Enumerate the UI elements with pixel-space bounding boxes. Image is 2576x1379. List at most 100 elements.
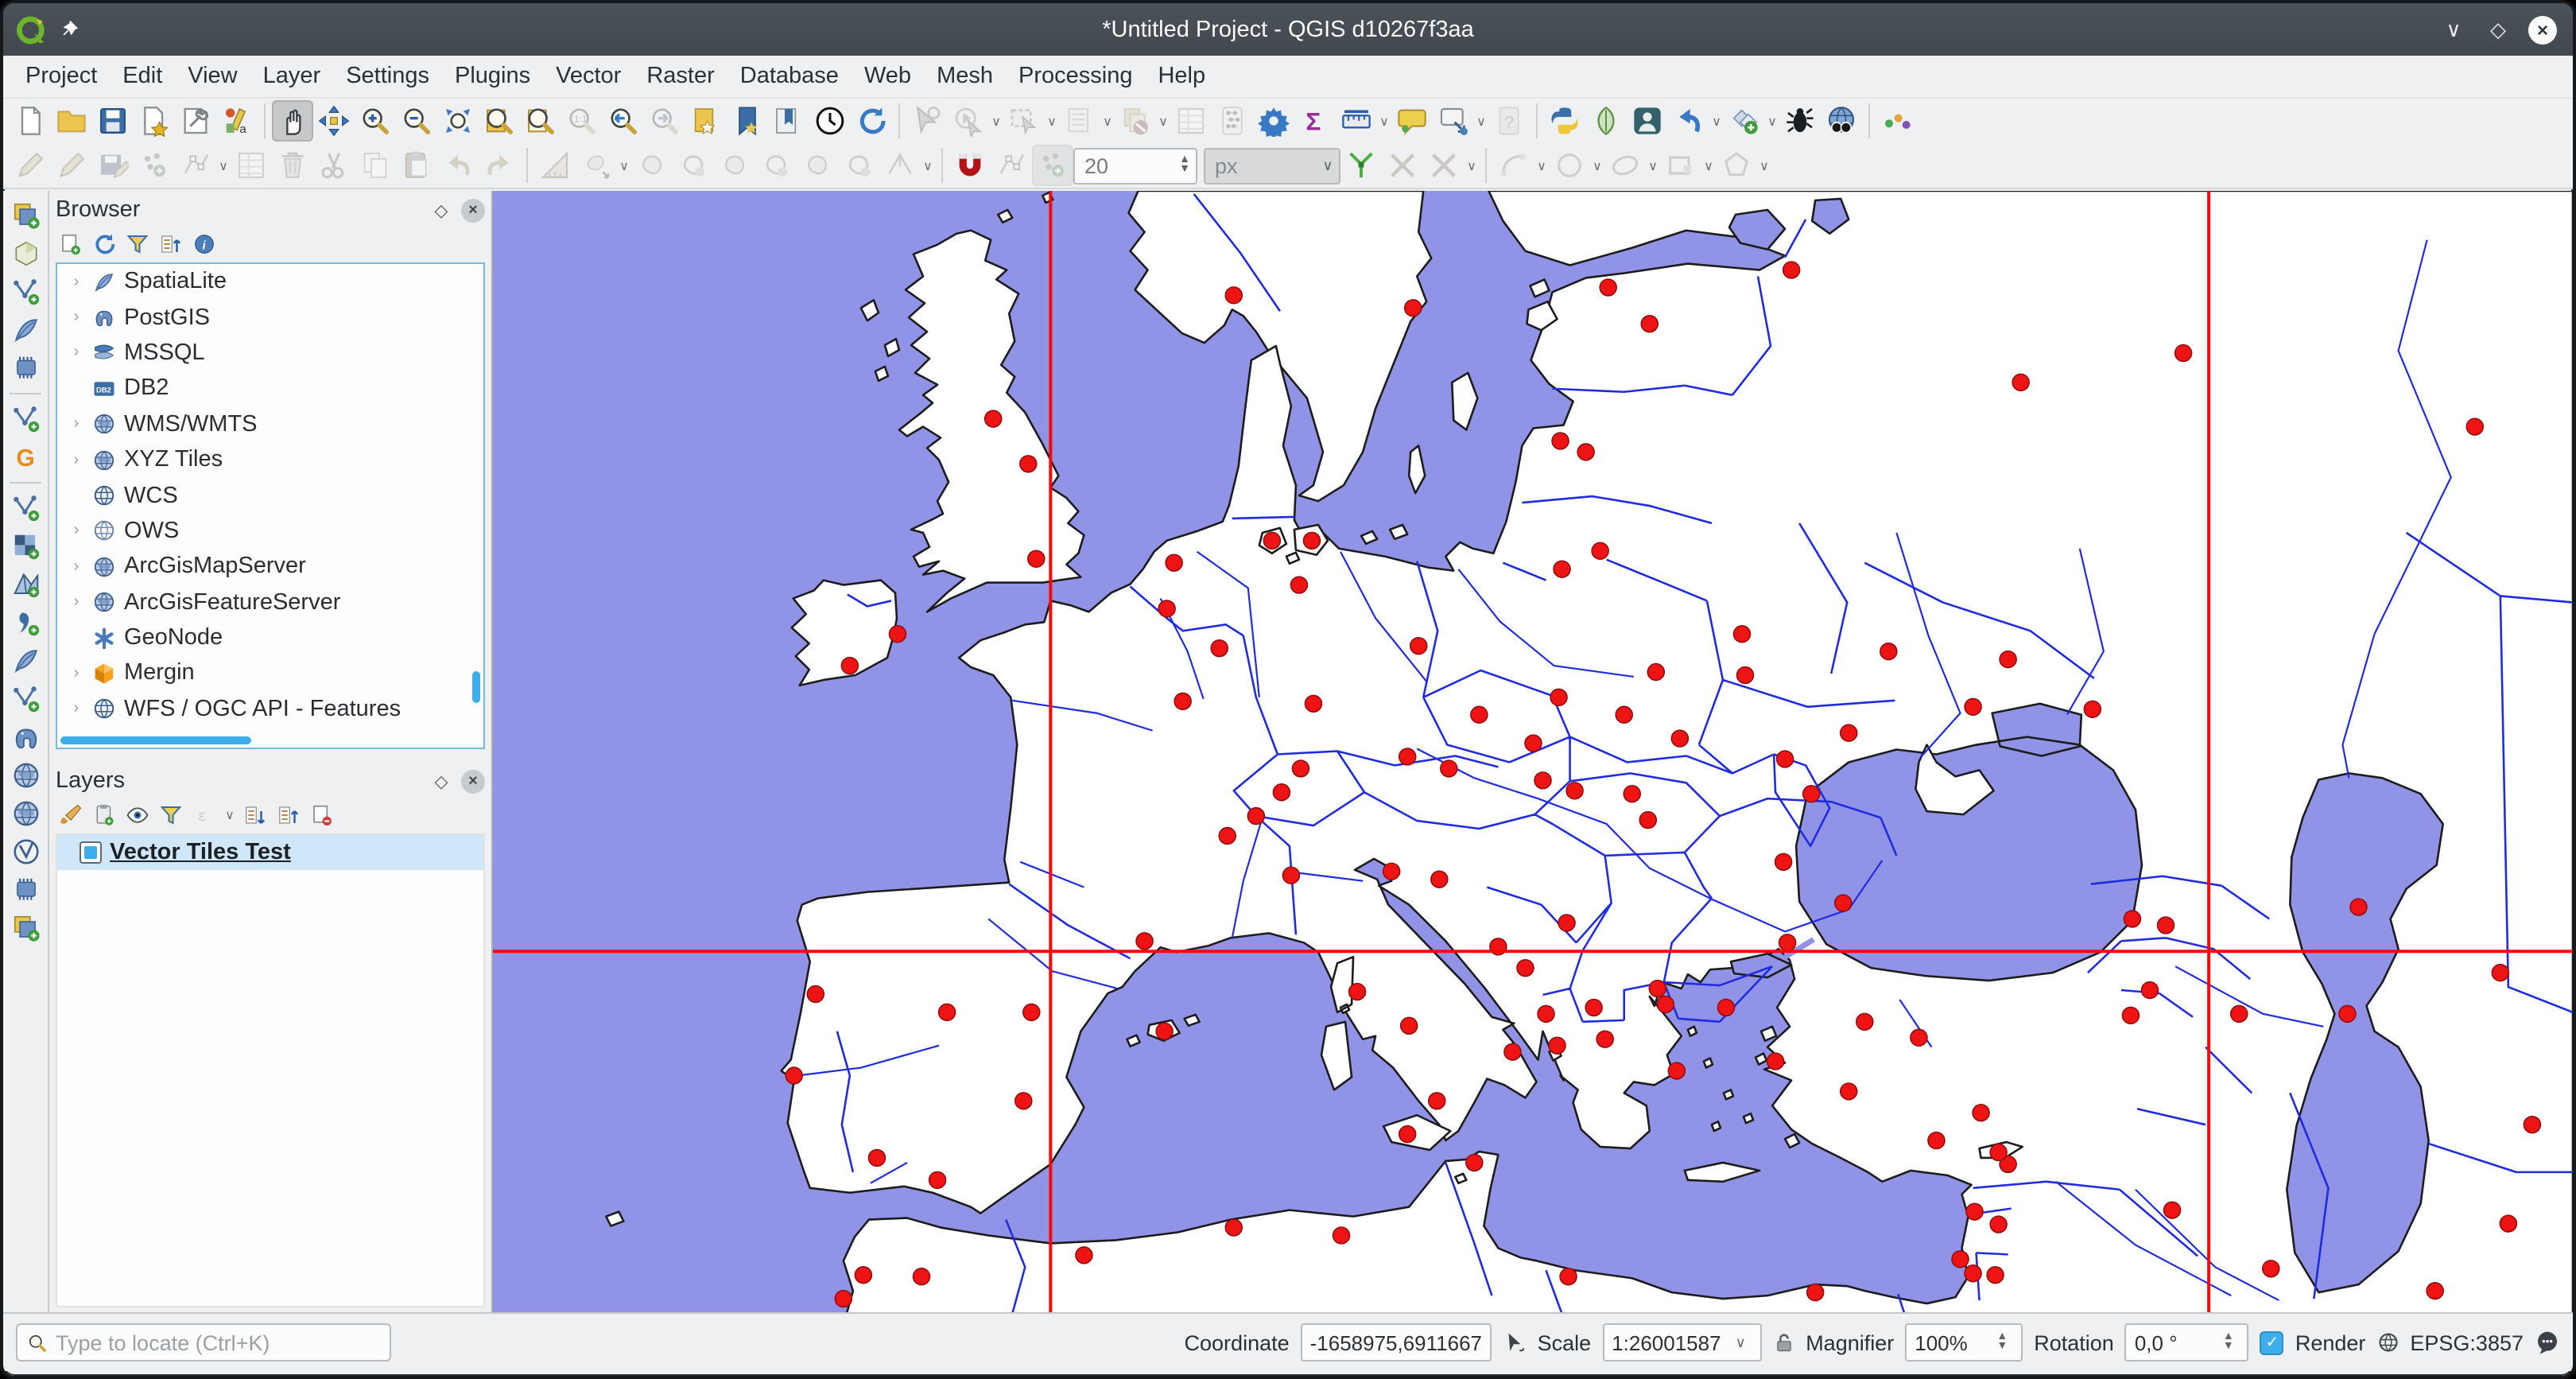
snap-tolerance-spinbox[interactable]: 20▲▼ (1073, 147, 1197, 184)
browser-item-geonode[interactable]: GeoNode (57, 620, 483, 656)
new-annotation-dropdown[interactable]: ∨ (1474, 100, 1488, 142)
browser-close-button[interactable]: × (461, 198, 485, 222)
browser-item-mergin[interactable]: ›Mergin (57, 656, 483, 692)
menu-view[interactable]: View (175, 56, 250, 96)
menu-database[interactable]: Database (727, 56, 852, 96)
title-bar[interactable]: *Untitled Project - QGIS d10267f3aa ∨ ◇ … (3, 3, 2573, 56)
layer-name[interactable]: Vector Tiles Test (102, 840, 291, 865)
grass-tools-button[interactable] (6, 439, 45, 476)
temporal-controller-button[interactable] (809, 100, 851, 142)
menu-project[interactable]: Project (13, 56, 110, 96)
refresh-browser-button[interactable] (89, 229, 119, 259)
self-snapping-button[interactable] (1340, 145, 1382, 186)
new-bookmark-button[interactable] (685, 100, 727, 142)
new-geopackage-layer-button[interactable] (6, 235, 45, 272)
crs-value[interactable]: EPSG:3857 (2410, 1330, 2524, 1354)
browser-float-button[interactable]: ◇ (429, 198, 453, 222)
expander-icon[interactable]: › (57, 416, 89, 433)
expander-icon[interactable]: › (57, 344, 89, 362)
browser-item-arcgisfeatureserver[interactable]: ›ArcGisFeatureServer (57, 585, 483, 620)
rotation-spinbox[interactable]: 0,0 °▲▼ (2125, 1323, 2249, 1362)
new-spatialite-layer-button[interactable] (6, 312, 45, 348)
layers-close-button[interactable]: × (461, 769, 485, 793)
snap-unit-combobox[interactable]: px∨ (1204, 147, 1340, 184)
add-feature-tools-button[interactable] (1724, 100, 1765, 142)
style-manager-button[interactable] (216, 100, 258, 142)
python-console-button[interactable] (1544, 100, 1585, 142)
layers-float-button[interactable]: ◇ (429, 769, 453, 793)
add-wms-layer-button[interactable] (6, 757, 45, 794)
profile-tool-button[interactable] (1627, 100, 1668, 142)
locate-search-input[interactable]: Type to locate (Ctrl+K) (16, 1323, 391, 1362)
render-checkbox[interactable]: ✓ (2260, 1330, 2284, 1354)
add-scratch-layer2-button[interactable] (6, 872, 45, 908)
add-spatialite-layer-button[interactable] (6, 643, 45, 679)
browser-item-db2[interactable]: DB2 (57, 371, 483, 406)
pan-map-button[interactable] (272, 100, 313, 142)
add-postgis-layer-button[interactable] (6, 719, 45, 756)
zoom-in-button[interactable] (355, 100, 396, 142)
menu-raster[interactable]: Raster (634, 56, 727, 96)
zoom-to-layer-button[interactable] (520, 100, 561, 142)
add-vector-tile-layer-button[interactable] (6, 910, 45, 946)
messages-icon[interactable] (2535, 1330, 2560, 1355)
layer-visibility-checkbox[interactable] (80, 841, 102, 864)
browser-item-mssql[interactable]: ›MSSQL (57, 336, 483, 371)
map-canvas[interactable] (493, 191, 2573, 1314)
expander-icon[interactable]: › (57, 451, 89, 468)
new-shapefile-layer-button[interactable] (6, 274, 45, 310)
new-scratch-layer-button[interactable] (6, 350, 45, 387)
refresh-map-button[interactable] (851, 100, 892, 142)
new-project-button[interactable] (10, 100, 51, 142)
add-virtual-layer-button[interactable] (6, 681, 45, 717)
expander-icon[interactable]: › (57, 558, 89, 576)
coordinate-input[interactable]: -1658975,6911667 (1301, 1323, 1492, 1362)
panel-splitter[interactable] (49, 756, 491, 762)
expander-icon[interactable]: › (57, 273, 89, 290)
add-selected-layers-button[interactable] (56, 229, 86, 259)
mouse-extent-icon[interactable] (1503, 1330, 1527, 1354)
crs-globe-icon[interactable] (2376, 1331, 2399, 1354)
collapse-all-layers-button[interactable] (274, 800, 304, 830)
menu-plugins[interactable]: Plugins (442, 56, 543, 96)
open-layer-styling-button[interactable] (56, 800, 86, 830)
browser-item-wcs[interactable]: WCS (57, 478, 483, 514)
osm-place-search-button[interactable] (1821, 100, 1862, 142)
bookmark-manager-button[interactable] (768, 100, 809, 142)
menu-web[interactable]: Web (852, 56, 924, 96)
add-wcs-layer-button[interactable] (6, 795, 45, 832)
browser-item-arcgismapserver[interactable]: ›ArcGisMapServer (57, 549, 483, 585)
magnifier-spinbox[interactable]: 100%▲▼ (1905, 1323, 2023, 1362)
new-annotation-button[interactable] (1433, 100, 1474, 142)
project-properties-button[interactable] (175, 100, 216, 142)
menu-layer[interactable]: Layer (250, 56, 334, 96)
browser-properties-button[interactable] (189, 229, 219, 259)
measure-dropdown[interactable]: ∨ (1377, 100, 1391, 142)
pan-to-selection-button[interactable] (313, 100, 355, 142)
layout-dots-button[interactable] (1876, 100, 1918, 142)
add-feature-tools-dropdown[interactable]: ∨ (1765, 100, 1779, 142)
browser-item-ows[interactable]: ›OWS (57, 513, 483, 549)
add-group-button[interactable] (89, 800, 119, 830)
pin-icon[interactable] (57, 17, 81, 41)
filter-legend-button[interactable] (156, 800, 186, 830)
remove-layer-button[interactable] (307, 800, 337, 830)
lock-scale-icon[interactable] (1772, 1331, 1794, 1354)
measure-button[interactable] (1336, 100, 1377, 142)
collapse-all-button[interactable] (156, 229, 186, 259)
scale-combobox[interactable]: 1:26001587∨ (1602, 1323, 1761, 1362)
browser-item-spatialite[interactable]: ›SpatiaLite (57, 264, 483, 300)
menu-processing[interactable]: Processing (1006, 56, 1145, 96)
statistics-button[interactable] (1294, 100, 1336, 142)
browser-vscrollbar[interactable] (472, 671, 480, 703)
geometry-undo-button[interactable] (1668, 100, 1709, 142)
maximize-button[interactable]: ◇ (2484, 15, 2512, 44)
zoom-last-button[interactable] (603, 100, 644, 142)
menu-edit[interactable]: Edit (110, 56, 175, 96)
expander-icon[interactable]: › (57, 593, 89, 611)
metasearch-button[interactable] (1585, 100, 1627, 142)
add-mesh-layer-button[interactable] (6, 566, 45, 603)
enable-snapping-button[interactable] (949, 145, 991, 186)
zoom-full-button[interactable] (437, 100, 479, 142)
expander-icon[interactable]: › (57, 522, 89, 540)
